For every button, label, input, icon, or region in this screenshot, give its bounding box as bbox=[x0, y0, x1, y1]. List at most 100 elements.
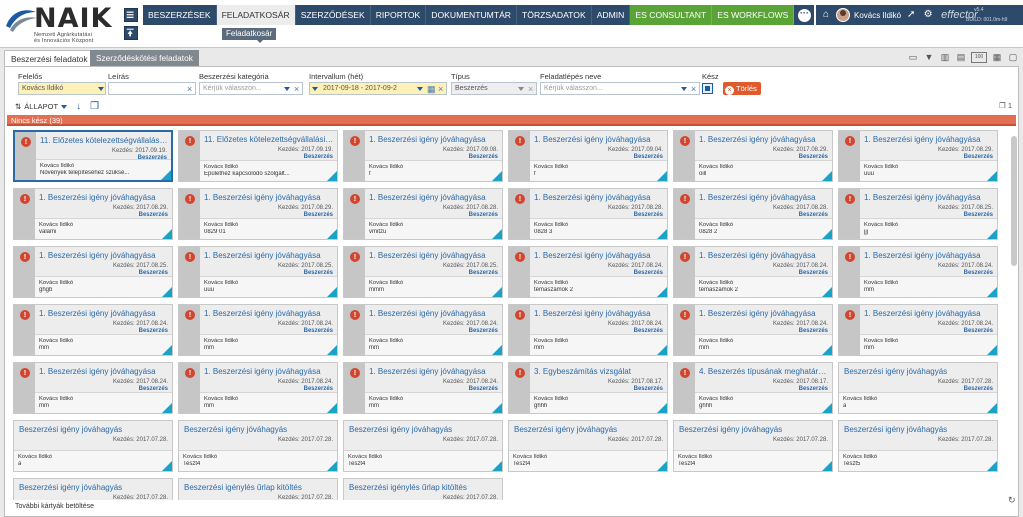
task-card[interactable]: Beszerzési igénylés űrlap kitöltés Kezdés… bbox=[178, 478, 338, 500]
card-title[interactable]: 1. Beszerzési igény jóváhagyása bbox=[204, 193, 334, 202]
task-card[interactable]: Beszerzési igény jóváhagyás Kezdés: 2017.… bbox=[178, 420, 338, 472]
task-card[interactable]: ! 1. Beszerzési igény jóváhagyása Kezdés: … bbox=[673, 246, 833, 298]
card-title[interactable]: Beszerzési igény jóváhagyás bbox=[349, 425, 499, 434]
task-card[interactable]: ! 1. Beszerzési igény jóváhagyása Kezdés: … bbox=[838, 304, 998, 356]
filter-icon[interactable]: ▼ bbox=[923, 52, 935, 63]
load-more-cards[interactable]: További kártyák betöltése bbox=[15, 503, 94, 510]
card-title[interactable]: 1. Beszerzési igény jóváhagyása bbox=[39, 367, 169, 376]
task-card[interactable]: Beszerzési igény jóváhagyás Kezdés: 2017.… bbox=[13, 420, 173, 472]
nav-item-es-consultant[interactable]: ES CONSULTANT bbox=[630, 5, 713, 25]
task-card[interactable]: ! 1. Beszerzési igény jóváhagyása Kezdés: … bbox=[343, 246, 503, 298]
task-card[interactable]: Beszerzési igény jóváhagyás Kezdés: 2017.… bbox=[343, 420, 503, 472]
task-card[interactable]: ! 3. Egybeszámítás vizsgálat Kezdés: 2017.… bbox=[508, 362, 668, 414]
rocket-icon[interactable]: ➚ bbox=[904, 8, 918, 22]
task-card[interactable]: Beszerzési igény jóváhagyás Kezdés: 2017.… bbox=[508, 420, 668, 472]
card-title[interactable]: 3. Egybeszámítás vizsgálat bbox=[534, 367, 664, 376]
clear-icon[interactable]: × bbox=[187, 83, 192, 94]
tipus-select[interactable]: Beszerzés × bbox=[451, 82, 537, 95]
clear-icon[interactable]: × bbox=[294, 83, 299, 94]
tab-szerzodeskotesi-feladatok[interactable]: Szerződéskötési feladatok bbox=[90, 50, 199, 66]
card-title[interactable]: 4. Beszerzés típusának meghatároz... bbox=[699, 367, 829, 376]
card-title[interactable]: 1. Beszerzési igény jóváhagyása bbox=[699, 135, 829, 144]
card-title[interactable]: Beszerzési igény jóváhagyás bbox=[514, 425, 664, 434]
gear-icon[interactable]: ⚙ bbox=[921, 8, 935, 22]
nav-item-admin[interactable]: ADMIN bbox=[591, 5, 631, 25]
card-title[interactable]: Beszerzési igénylés űrlap kitöltés bbox=[184, 483, 334, 492]
page-size-icon[interactable]: 100 bbox=[971, 52, 987, 63]
task-card[interactable]: ! 1. Beszerzési igény jóváhagyása Kezdés: … bbox=[838, 188, 998, 240]
naik-logo[interactable]: NAIK Nemzeti Agrárkutatási és Innovációs… bbox=[4, 3, 120, 44]
card-title[interactable]: 1. Beszerzési igény jóváhagyása bbox=[534, 309, 664, 318]
home-icon[interactable]: ⌂ bbox=[819, 8, 833, 22]
task-card[interactable]: ! 1. Beszerzési igény jóváhagyása Kezdés: … bbox=[178, 188, 338, 240]
copy-icon[interactable]: ❐ bbox=[90, 101, 99, 112]
task-card[interactable]: Beszerzési igénylés űrlap kitöltés Kezdés… bbox=[343, 478, 503, 500]
card-title[interactable]: Beszerzési igénylés űrlap kitöltés bbox=[349, 483, 499, 492]
card-title[interactable]: 1. Beszerzési igény jóváhagyása bbox=[699, 193, 829, 202]
card-title[interactable]: 1. Beszerzési igény jóváhagyása bbox=[369, 193, 499, 202]
columns-icon[interactable]: ▥ bbox=[939, 52, 951, 63]
nav-item-dokumentumt-r[interactable]: DOKUMENTUMTÁR bbox=[426, 5, 518, 25]
subnav-feladatkosar[interactable]: Feladatkosár bbox=[222, 28, 277, 40]
card-title[interactable]: 1. Beszerzési igény jóváhagyása bbox=[369, 309, 499, 318]
card-title[interactable]: 1. Beszerzési igény jóváhagyása bbox=[369, 367, 499, 376]
task-card[interactable]: Beszerzési igény jóváhagyás Kezdés: 2017.… bbox=[13, 478, 173, 500]
clear-icon[interactable]: × bbox=[528, 83, 533, 94]
task-card[interactable]: ! 1. Beszerzési igény jóváhagyása Kezdés: … bbox=[178, 304, 338, 356]
layout-icon[interactable]: ▤ bbox=[955, 52, 967, 63]
card-title[interactable]: 1. Beszerzési igény jóváhagyása bbox=[39, 309, 169, 318]
task-card[interactable]: ! 1. Beszerzési igény jóváhagyása Kezdés: … bbox=[508, 246, 668, 298]
card-title[interactable]: 1. Beszerzési igény jóváhagyása bbox=[534, 135, 664, 144]
user-name[interactable]: Kovács Ildikó bbox=[854, 11, 901, 20]
task-card[interactable]: ! 1. Beszerzési igény jóváhagyása Kezdés: … bbox=[13, 188, 173, 240]
task-card[interactable]: ! 1. Beszerzési igény jóváhagyása Kezdés: … bbox=[508, 188, 668, 240]
lepes-select[interactable]: Kérjük válasszon... × bbox=[540, 82, 700, 95]
card-title[interactable]: 11. Előzetes kötelezettségvállalási la..… bbox=[40, 136, 168, 145]
card-title[interactable]: 1. Beszerzési igény jóváhagyása bbox=[204, 251, 334, 260]
card-title[interactable]: 1. Beszerzési igény jóváhagyása bbox=[369, 251, 499, 260]
allapot-sort[interactable]: ⇅ ÁLLAPOT ↓ ❐ bbox=[15, 101, 99, 112]
scroll-thumb[interactable] bbox=[1011, 136, 1017, 266]
card-title[interactable]: Beszerzési igény jóváhagyás bbox=[19, 425, 169, 434]
menu-grid-button[interactable] bbox=[124, 8, 138, 22]
task-card[interactable]: ! 1. Beszerzési igény jóváhagyása Kezdés: … bbox=[13, 362, 173, 414]
group-header-nincs-kesz[interactable]: Nincs kész (39) bbox=[7, 115, 1016, 126]
card-title[interactable]: 1. Beszerzési igény jóváhagyása bbox=[864, 193, 994, 202]
task-card[interactable]: ! 1. Beszerzési igény jóváhagyása Kezdés: … bbox=[13, 246, 173, 298]
task-card[interactable]: ! 1. Beszerzési igény jóváhagyása Kezdés: … bbox=[343, 362, 503, 414]
task-card[interactable]: ! 1. Beszerzési igény jóváhagyása Kezdés: … bbox=[13, 304, 173, 356]
task-card[interactable]: ! 1. Beszerzési igény jóváhagyása Kezdés: … bbox=[178, 246, 338, 298]
calendar-icon[interactable]: ▦ bbox=[427, 83, 436, 94]
refresh-icon[interactable]: ↻ bbox=[1008, 495, 1016, 506]
avatar[interactable] bbox=[836, 8, 850, 22]
card-title[interactable]: 1. Beszerzési igény jóváhagyása bbox=[39, 251, 169, 260]
task-card[interactable]: Beszerzési igény jóváhagyás Kezdés: 2017.… bbox=[838, 362, 998, 414]
kategoria-select[interactable]: Kérjük válasszon... × bbox=[199, 82, 303, 95]
task-card[interactable]: ! 1. Beszerzési igény jóváhagyása Kezdés: … bbox=[673, 130, 833, 182]
clear-icon[interactable]: × bbox=[691, 83, 696, 94]
card-title[interactable]: Beszerzési igény jóváhagyás bbox=[184, 425, 334, 434]
card-title[interactable]: 1. Beszerzési igény jóváhagyása bbox=[369, 135, 499, 144]
card-title[interactable]: 1. Beszerzési igény jóváhagyása bbox=[204, 309, 334, 318]
print-icon[interactable]: ▭ bbox=[907, 52, 919, 63]
vertical-scrollbar[interactable] bbox=[1011, 130, 1017, 500]
card-title[interactable]: 1. Beszerzési igény jóváhagyása bbox=[699, 309, 829, 318]
card-title[interactable]: Beszerzési igény jóváhagyás bbox=[19, 483, 169, 492]
nav-item-beszerz-sek[interactable]: BESZERZÉSEK bbox=[143, 5, 217, 25]
card-title[interactable]: 1. Beszerzési igény jóváhagyása bbox=[204, 367, 334, 376]
card-title[interactable]: 1. Beszerzési igény jóváhagyása bbox=[864, 135, 994, 144]
card-title[interactable]: 11. Előzetes kötelezettségvállalási la..… bbox=[204, 135, 334, 144]
collapse-up-button[interactable] bbox=[124, 26, 138, 40]
leiras-input[interactable]: × bbox=[108, 82, 196, 95]
card-title[interactable]: 1. Beszerzési igény jóváhagyása bbox=[864, 309, 994, 318]
task-card[interactable]: ! 1. Beszerzési igény jóváhagyása Kezdés: … bbox=[508, 304, 668, 356]
card-title[interactable]: Beszerzési igény jóváhagyás bbox=[844, 367, 994, 376]
task-card[interactable]: Beszerzési igény jóváhagyás Kezdés: 2017.… bbox=[673, 420, 833, 472]
task-card[interactable]: ! 11. Előzetes kötelezettségvállalási la.… bbox=[178, 130, 338, 182]
card-title[interactable]: Beszerzési igény jóváhagyás bbox=[679, 425, 829, 434]
nav-item-szerz-d-sek[interactable]: SZERZŐDÉSEK bbox=[295, 5, 371, 25]
nav-item-feladatkos-r[interactable]: FELADATKOSÁR bbox=[216, 5, 296, 25]
tab-beszerzesi-feladatok[interactable]: Beszerzési feladatok bbox=[4, 50, 95, 66]
intervallum-field[interactable]: 2017-09-18 - 2017-09-2 ▦ × bbox=[309, 82, 447, 95]
card-title[interactable]: 1. Beszerzési igény jóváhagyása bbox=[39, 193, 169, 202]
